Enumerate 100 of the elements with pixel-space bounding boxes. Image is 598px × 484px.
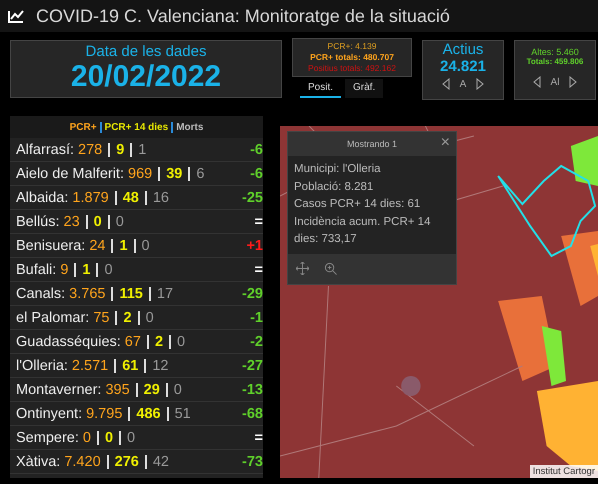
municipality-name: Benisuera:	[16, 238, 86, 254]
pcr-count: 9	[60, 262, 68, 278]
popup-field: Població: 8.281	[294, 178, 450, 196]
change-value: -6	[250, 142, 263, 158]
change-value: -73	[242, 454, 263, 470]
pcr14-count: 61	[122, 358, 138, 374]
municipality-row[interactable]: Montaverner: 395 29 0 -13	[10, 378, 263, 402]
municipality-row[interactable]: Benisuera: 24 1 0 +1	[10, 234, 263, 258]
change-value: -6	[250, 166, 263, 182]
pcr14-count: 2	[154, 334, 164, 350]
pcr-count: 3.765	[69, 286, 106, 302]
change-value: -27	[242, 358, 263, 374]
municipality-row[interactable]: Alfarrasí: 278 9 1 -6	[10, 138, 263, 162]
active-label: Actius	[442, 41, 484, 58]
pcr14-count: 9	[116, 142, 124, 158]
deaths-count: 6	[196, 166, 204, 182]
municipality-name: Albaida:	[16, 190, 68, 206]
change-value: -2	[250, 334, 263, 350]
municipality-row[interactable]: Canals: 3.765 115 17 -29	[10, 282, 263, 306]
pcr-count: 969	[128, 166, 152, 182]
active-value: 24.821	[440, 58, 486, 75]
pcr14-count: 276	[114, 454, 139, 470]
municipality-name: Alfarrasí:	[16, 142, 74, 158]
municipality-row[interactable]: Xàtiva: 7.420 276 42 -73	[10, 450, 263, 474]
popup-field: Casos PCR+ 14 dies: 61	[294, 196, 450, 214]
pcr-count: 9.795	[86, 406, 122, 422]
municipality-row[interactable]: Bufali: 9 1 0 =	[10, 258, 263, 282]
deaths-count: 16	[152, 190, 169, 206]
municipality-row[interactable]: Guadasséquies: 67 2 0 -2	[10, 330, 263, 354]
change-value: -1	[250, 310, 263, 326]
municipality-name: Bufali:	[16, 262, 56, 278]
municipality-name: Montaverner:	[16, 382, 102, 398]
municipality-name: Canals:	[16, 286, 66, 302]
deaths-count: 0	[146, 310, 154, 326]
pcr14-count: 1	[82, 262, 90, 278]
deaths-count: 1	[138, 142, 146, 158]
deaths-count: 0	[174, 382, 182, 398]
pager-label: A	[460, 78, 466, 90]
deaths-count: 51	[174, 406, 191, 422]
change-value: -25	[242, 190, 263, 206]
change-value: -13	[242, 382, 263, 398]
pcr14-count: 486	[136, 406, 161, 422]
change-value: -29	[242, 286, 263, 302]
pcr-count: 395	[105, 382, 130, 398]
next-icon[interactable]	[476, 78, 484, 90]
municipality-row[interactable]: Aielo de Malferit: 969 39 6 -6	[10, 162, 263, 186]
pcr-count: 75	[93, 310, 110, 326]
change-value: =	[254, 214, 263, 230]
discharges-value: Altes: 5.460	[531, 47, 579, 57]
municipality-name: el Palomar:	[16, 310, 90, 326]
municipality-name: Sempere:	[16, 430, 79, 446]
deaths-count: 42	[152, 454, 169, 470]
pcr-count: 24	[89, 238, 106, 254]
popup-field: Incidència acum. PCR+ 14 dies: 733,17	[294, 214, 450, 248]
popup-title: Mostrando 1	[346, 139, 398, 149]
pcr14-count: 0	[94, 214, 102, 230]
municipality-row[interactable]: Albaida: 1.879 48 16 -25	[10, 186, 263, 210]
change-value: -68	[242, 406, 263, 422]
pager-label: Al	[550, 76, 560, 88]
close-button[interactable]: ×	[440, 134, 450, 152]
deaths-count: 0	[177, 334, 186, 350]
previous-icon[interactable]	[442, 78, 450, 90]
pcr-count: 278	[78, 142, 102, 158]
positive-total: Positius totals: 492.162	[308, 63, 396, 74]
chart-icon	[8, 9, 24, 23]
zoom-in-icon[interactable]	[324, 262, 337, 275]
municipality-row[interactable]: Ontinyent: 9.795 486 51 -68	[10, 402, 263, 426]
pcr-count: 67	[124, 334, 141, 350]
next-icon[interactable]	[569, 76, 578, 88]
pcr14-count: 0	[104, 430, 114, 446]
column-label: Morts	[176, 122, 204, 132]
pcr14-count: 48	[122, 190, 139, 206]
discharges-total: Totals: 459.806	[526, 57, 584, 66]
attribution: Institut Cartogr	[530, 465, 598, 478]
date-label: Data de les dades	[86, 43, 206, 60]
deaths-count: 0	[127, 430, 136, 446]
pcr-count: 1.879	[72, 190, 109, 206]
municipality-row[interactable]: Bellús: 23 0 0 =	[10, 210, 263, 234]
pcr-count: 0	[82, 430, 91, 446]
deaths-count: 12	[152, 358, 168, 374]
pcr14-count: 1	[119, 238, 128, 254]
municipality-row[interactable]: el Palomar: 75 2 0 -1	[10, 306, 263, 330]
change-value: +1	[246, 238, 263, 254]
municipality-name: l'Olleria:	[16, 358, 68, 374]
pcr14-count: 2	[123, 310, 132, 326]
column-label: PCR+ 14 dies	[104, 122, 168, 132]
tab[interactable]: Gràf.	[345, 79, 384, 98]
column-label: PCR+	[70, 122, 97, 132]
change-value: =	[254, 262, 263, 278]
municipality-row[interactable]: l'Olleria: 2.571 61 12 -27	[10, 354, 263, 378]
change-value: =	[254, 430, 263, 446]
deaths-count: 0	[104, 262, 113, 278]
move-icon[interactable]	[296, 262, 309, 275]
municipality-row[interactable]: Sempere: 0 0 0 =	[10, 426, 263, 450]
pcr14-count: 29	[144, 382, 160, 398]
date-value: 20/02/2022	[70, 60, 222, 94]
municipality-name: Ontinyent:	[16, 406, 82, 422]
previous-icon[interactable]	[532, 76, 541, 88]
deaths-count: 17	[156, 286, 174, 302]
pcr-total: PCR+ totals: 480.707	[310, 52, 394, 63]
